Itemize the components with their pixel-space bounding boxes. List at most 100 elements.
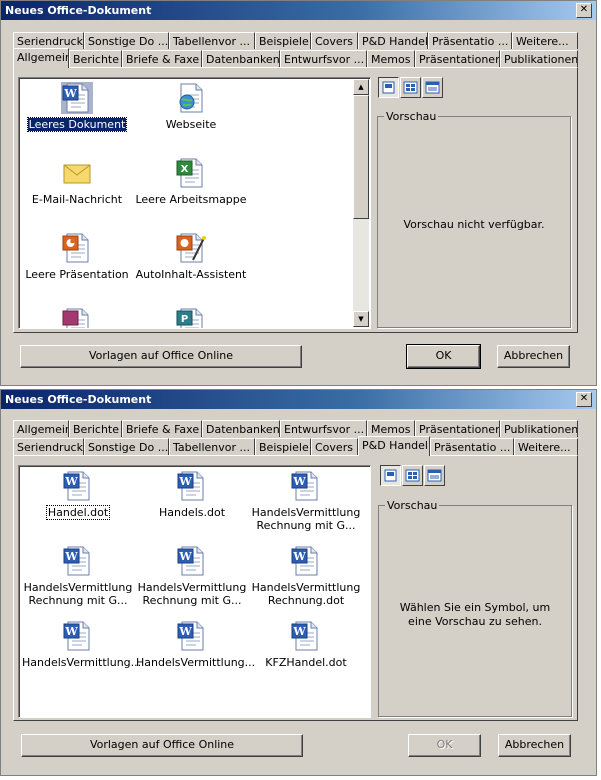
template-item-kfzhandel-dot[interactable]: KFZHandel.dot xyxy=(249,620,363,669)
tab-sonstige-dokumente[interactable]: Sonstige Do ... xyxy=(84,32,169,49)
svg-text:X: X xyxy=(181,164,189,175)
word-template-icon xyxy=(176,620,208,652)
word-document-icon xyxy=(61,82,93,114)
tab-weitere[interactable]: Weitere... xyxy=(512,32,578,49)
large-icons-view-button[interactable] xyxy=(380,465,401,486)
preview-label: Vorschau xyxy=(384,110,439,123)
scroll-thumb[interactable] xyxy=(353,95,369,219)
close-button[interactable]: ✕ xyxy=(576,392,592,407)
tab-publikationen[interactable]: Publikationen xyxy=(500,50,578,67)
word-template-icon xyxy=(290,620,322,652)
tab-memos[interactable]: Memos xyxy=(367,50,415,67)
template-item-email-nachricht[interactable]: E-Mail-Nachricht xyxy=(20,157,134,206)
tab-beispiele[interactable]: Beispiele xyxy=(255,32,311,49)
tab-weitere[interactable]: Weitere... xyxy=(514,438,578,455)
cancel-button[interactable]: Abbrechen xyxy=(498,734,571,757)
tab-tabellenvorlagen[interactable]: Tabellenvor ... xyxy=(169,32,255,49)
tab-entwurfsvorlagen[interactable]: Entwurfsvor ... xyxy=(280,420,367,437)
title-bar[interactable]: Neues Office-Dokument ✕ xyxy=(1,390,596,409)
word-template-icon xyxy=(290,470,322,502)
tab-beispiele[interactable]: Beispiele xyxy=(255,438,311,455)
item-label: Leere Präsentation xyxy=(25,268,129,281)
tab-entwurfsvorlagen[interactable]: Entwurfsvor ... xyxy=(280,50,367,67)
item-label: HandelsVermittlung Rechnung mit G... xyxy=(137,581,247,607)
wizard-icon xyxy=(176,233,206,263)
details-view-icon xyxy=(427,469,442,482)
template-item-leere-arbeitsmappe[interactable]: X Leere Arbeitsmappe xyxy=(134,157,248,206)
templates-office-online-button[interactable]: Vorlagen auf Office Online xyxy=(21,734,303,757)
tab-memos[interactable]: Memos xyxy=(367,420,415,437)
tab-praesentationen[interactable]: Präsentationen xyxy=(415,50,500,67)
template-item-handelsvermittlung-3[interactable]: HandelsVermittlung Rechnung mit G... xyxy=(135,545,249,607)
template-list[interactable]: Leeres Dokument Webseite E-Mail-Nachrich… xyxy=(18,77,371,329)
template-item-partial-1[interactable] xyxy=(20,307,134,328)
item-label: Webseite xyxy=(165,118,217,131)
template-item-leere-praesentation[interactable]: Leere Präsentation xyxy=(20,232,134,281)
scroll-up-button[interactable]: ▲ xyxy=(353,79,369,95)
ok-button[interactable]: OK xyxy=(408,734,481,757)
list-view-icon xyxy=(405,469,420,482)
preview-label: Vorschau xyxy=(385,499,440,512)
scroll-down-button[interactable]: ▼ xyxy=(353,311,369,327)
tab-covers[interactable]: Covers xyxy=(311,438,358,455)
close-button[interactable]: ✕ xyxy=(576,3,592,18)
template-item-handelsvermittlung-4[interactable]: HandelsVermittlung... xyxy=(21,620,141,669)
template-item-handel-dot[interactable]: Handel.dot xyxy=(21,470,135,520)
template-item-handels-dot[interactable]: Handels.dot xyxy=(135,470,249,519)
template-item-partial-2[interactable]: P xyxy=(134,307,248,328)
tab-tabellenvorlagen[interactable]: Tabellenvor ... xyxy=(169,438,255,455)
tab-pd-handel[interactable]: P&D Handel xyxy=(358,436,430,456)
tab-briefe-faxe[interactable]: Briefe & Faxe xyxy=(122,420,202,437)
list-view-button[interactable] xyxy=(400,77,421,98)
tab-praesentationsvorlagen[interactable]: Präsentatio ... xyxy=(428,32,512,49)
template-item-webseite[interactable]: Webseite xyxy=(134,82,248,131)
template-list[interactable]: Handel.dot Handels.dot HandelsVermittlun… xyxy=(18,465,371,718)
word-template-icon xyxy=(176,545,208,577)
item-label: E-Mail-Nachricht xyxy=(31,193,123,206)
large-icons-view-button[interactable] xyxy=(378,77,399,98)
tab-berichte[interactable]: Berichte xyxy=(69,50,122,67)
tab-sonstige-dokumente[interactable]: Sonstige Do ... xyxy=(84,438,169,455)
tab-publikationen[interactable]: Publikationen xyxy=(500,420,578,437)
template-item-autoinhalt-assistent[interactable]: AutoInhalt-Assistent xyxy=(134,232,248,281)
details-view-button[interactable] xyxy=(422,77,443,98)
tab-berichte[interactable]: Berichte xyxy=(69,420,122,437)
tab-datenbanken[interactable]: Datenbanken xyxy=(202,420,280,437)
word-template-icon xyxy=(176,470,208,502)
tab-praesentationsvorlagen[interactable]: Präsentatio ... xyxy=(430,438,514,455)
access-database-icon xyxy=(62,308,89,328)
item-label: HandelsVermittlung Rechnung.dot xyxy=(251,581,361,607)
item-label: HandelsVermittlung... xyxy=(136,656,256,669)
tab-allgemein[interactable]: Allgemein xyxy=(13,48,69,68)
title-bar[interactable]: Neues Office-Dokument ✕ xyxy=(1,1,596,20)
tab-seriendruck[interactable]: Seriendruck xyxy=(13,438,84,455)
powerpoint-presentation-icon xyxy=(62,233,89,263)
preview-group: Vorschau Wählen Sie ein Symbol, um eine … xyxy=(378,499,572,717)
tab-covers[interactable]: Covers xyxy=(311,32,358,49)
template-item-handelsvermittlung-2[interactable]: HandelsVermittlung Rechnung mit G... xyxy=(21,545,135,607)
tab-praesentationen[interactable]: Präsentationen xyxy=(415,420,500,437)
template-item-handelsvermittlung-1[interactable]: HandelsVermittlung Rechnung mit G... xyxy=(249,470,363,532)
cancel-button[interactable]: Abbrechen xyxy=(497,345,570,368)
template-item-handelsvermittlung-rechnung[interactable]: HandelsVermittlung Rechnung.dot xyxy=(249,545,363,607)
tab-allgemein[interactable]: Allgemein xyxy=(13,420,69,437)
button-label: Vorlagen auf Office Online xyxy=(88,349,234,362)
large-icons-icon xyxy=(384,469,397,482)
list-view-button[interactable] xyxy=(402,465,423,486)
template-item-handelsvermittlung-5[interactable]: HandelsVermittlung... xyxy=(135,620,255,669)
template-item-leeres-dokument[interactable]: Leeres Dokument xyxy=(20,82,134,132)
templates-office-online-button[interactable]: Vorlagen auf Office Online xyxy=(20,345,302,368)
details-view-button[interactable] xyxy=(424,465,445,486)
tab-pd-handel[interactable]: P&D Handel xyxy=(358,32,428,49)
ok-button[interactable]: OK xyxy=(406,344,481,369)
word-template-icon xyxy=(62,620,94,652)
tab-datenbanken[interactable]: Datenbanken xyxy=(202,50,280,67)
tab-seriendruck[interactable]: Seriendruck xyxy=(13,32,84,49)
item-label: Handels.dot xyxy=(158,506,226,519)
publisher-icon: P xyxy=(176,308,203,328)
vertical-scrollbar[interactable]: ▲ ▼ xyxy=(353,79,369,327)
item-label: HandelsVermittlung Rechnung mit G... xyxy=(251,506,361,532)
item-label: Handel.dot xyxy=(45,505,111,520)
tab-briefe-faxe[interactable]: Briefe & Faxe xyxy=(122,50,202,67)
dialog-title: Neues Office-Dokument xyxy=(5,393,152,406)
